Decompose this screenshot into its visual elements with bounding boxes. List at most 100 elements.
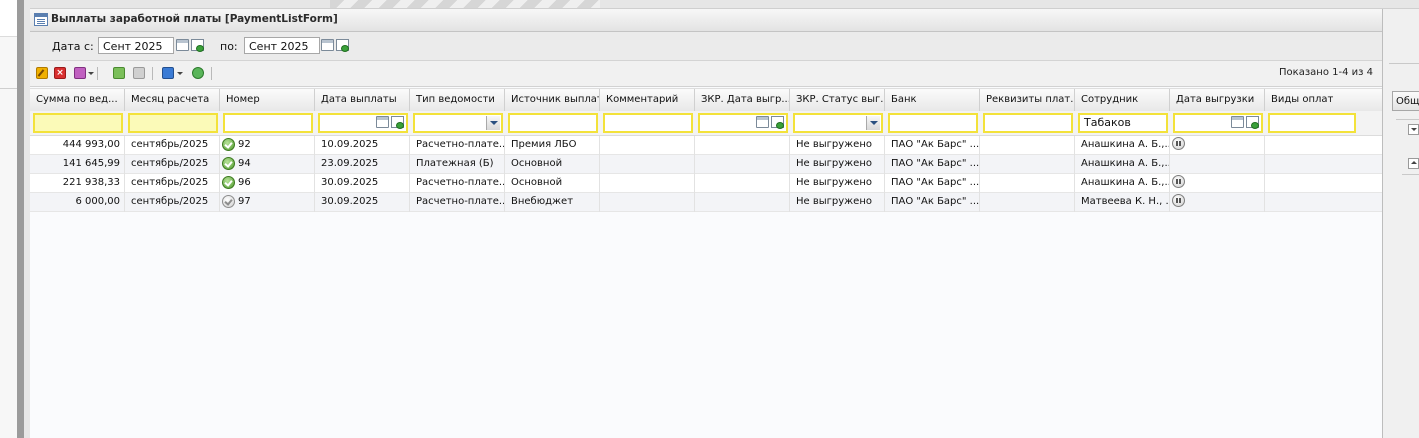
- cell-source: Премия ЛБО: [505, 136, 600, 155]
- approve-icon[interactable]: [113, 67, 125, 79]
- filter-type[interactable]: [413, 113, 503, 133]
- filter-export-date-calendar-icon[interactable]: [1231, 116, 1245, 129]
- tab-general[interactable]: Общ: [1392, 91, 1419, 111]
- filter-pay-date-calendar-icon[interactable]: [376, 116, 390, 129]
- cell-pay-date: 23.09.2025: [315, 155, 410, 174]
- draft-status-icon: [222, 195, 235, 208]
- cell-pay-date: 30.09.2025: [315, 193, 410, 212]
- print-icon[interactable]: [162, 67, 174, 79]
- payment-list-window: Выплаты заработной платы [PaymentListFor…: [30, 0, 1419, 438]
- filter-comment[interactable]: [603, 113, 693, 133]
- cell-pay-kinds: [1265, 155, 1388, 174]
- expand-toggle-icon[interactable]: [1408, 158, 1419, 169]
- column-header-zkr-status[interactable]: ЗКР. Статус выг...: [790, 89, 885, 111]
- toolbar-separator: [97, 67, 98, 80]
- column-header-sum[interactable]: Сумма по вед...: [30, 89, 125, 111]
- actions-menu-icon[interactable]: [74, 67, 86, 79]
- cell-export-date: [1170, 136, 1265, 155]
- cell-requisites: [980, 193, 1075, 212]
- date-to-field[interactable]: Сент 2025: [244, 37, 320, 54]
- filter-requisites[interactable]: [983, 113, 1073, 133]
- column-header-requisites[interactable]: Реквизиты плат...: [980, 89, 1075, 111]
- cell-pay-kinds: [1265, 136, 1388, 155]
- cell-number: 92: [220, 136, 315, 155]
- toolbar-separator: [211, 67, 212, 80]
- filter-pay-date-clear-icon[interactable]: [391, 116, 405, 130]
- cell-export-date: [1170, 155, 1265, 174]
- cell-type: Платежная (Б): [410, 155, 505, 174]
- cell-type: Расчетно-плате...: [410, 174, 505, 193]
- cell-bank: ПАО "Ак Барс" ...: [885, 174, 980, 193]
- table-row[interactable]: 6 000,00 сентябрь/2025 97 30.09.2025 Рас…: [30, 193, 1388, 212]
- filter-export-date-clear-icon[interactable]: [1246, 116, 1260, 130]
- panel-splitter[interactable]: [17, 0, 24, 438]
- cell-bank: ПАО "Ак Барс" ...: [885, 155, 980, 174]
- filter-type-dropdown-icon[interactable]: [486, 116, 500, 130]
- cell-month: сентябрь/2025: [125, 193, 220, 212]
- filter-source[interactable]: [508, 113, 598, 133]
- cell-zkr-date: [695, 136, 790, 155]
- cell-export-date: [1170, 193, 1265, 212]
- date-to-clear-icon[interactable]: [336, 39, 350, 53]
- cell-comment: [600, 155, 695, 174]
- cell-zkr-status: Не выгружено: [790, 155, 885, 174]
- date-from-field[interactable]: Сент 2025: [98, 37, 174, 54]
- column-header-employee[interactable]: Сотрудник: [1075, 89, 1170, 111]
- column-header-zkr-date[interactable]: ЗКР. Дата выгр...: [695, 89, 790, 111]
- table-row[interactable]: 141 645,99 сентябрь/2025 94 23.09.2025 П…: [30, 155, 1388, 174]
- cell-requisites: [980, 155, 1075, 174]
- filter-pay-date[interactable]: [318, 113, 408, 133]
- filter-zkr-status[interactable]: [793, 113, 883, 133]
- column-header-comment[interactable]: Комментарий: [600, 89, 695, 111]
- cell-zkr-date: [695, 193, 790, 212]
- cell-bank: ПАО "Ак Барс" ...: [885, 136, 980, 155]
- edit-icon[interactable]: [36, 67, 48, 79]
- date-to-calendar-icon[interactable]: [321, 39, 335, 52]
- cell-pay-date: 30.09.2025: [315, 174, 410, 193]
- unapprove-icon[interactable]: [133, 67, 145, 79]
- column-header-pay-date[interactable]: Дата выплаты: [315, 89, 410, 111]
- cell-month: сентябрь/2025: [125, 136, 220, 155]
- filter-pay-kinds[interactable]: [1268, 113, 1356, 133]
- filter-sum[interactable]: [33, 113, 123, 133]
- date-to-label: по:: [220, 40, 238, 53]
- refresh-icon[interactable]: [192, 67, 204, 79]
- left-panel-header: [0, 0, 17, 37]
- column-filter-row: Табаков: [30, 111, 1388, 136]
- date-from-clear-icon[interactable]: [191, 39, 205, 53]
- right-panel: Общ: [1382, 9, 1419, 438]
- cell-employee: Анашкина А. Б.,...: [1075, 155, 1170, 174]
- filter-zkr-date[interactable]: [698, 113, 788, 133]
- cell-type: Расчетно-плате...: [410, 193, 505, 212]
- filter-zkr-date-clear-icon[interactable]: [771, 116, 785, 130]
- window-title: Выплаты заработной платы [PaymentListFor…: [51, 13, 338, 25]
- filter-zkr-date-calendar-icon[interactable]: [756, 116, 770, 129]
- cell-employee: Анашкина А. Б.,...: [1075, 136, 1170, 155]
- column-header-bank[interactable]: Банк: [885, 89, 980, 111]
- records-count: Показано 1-4 из 4: [1279, 67, 1373, 78]
- column-header-pay-kinds[interactable]: Виды оплат: [1265, 89, 1388, 111]
- date-from-calendar-icon[interactable]: [176, 39, 190, 52]
- delete-icon[interactable]: ×: [54, 67, 66, 79]
- collapse-toggle-icon[interactable]: [1408, 124, 1419, 135]
- grid-header: Сумма по вед... Месяц расчета Номер Дата…: [30, 88, 1388, 112]
- column-header-number[interactable]: Номер: [220, 89, 315, 111]
- approved-status-icon: [222, 138, 235, 151]
- filter-number[interactable]: [223, 113, 313, 133]
- actions-menu-caret-icon[interactable]: [88, 72, 94, 75]
- cell-source: Основной: [505, 155, 600, 174]
- column-header-month[interactable]: Месяц расчета: [125, 89, 220, 111]
- filter-employee[interactable]: Табаков: [1078, 113, 1168, 133]
- filter-export-date[interactable]: [1173, 113, 1263, 133]
- table-row[interactable]: 444 993,00 сентябрь/2025 92 10.09.2025 Р…: [30, 136, 1388, 155]
- cell-sum: 221 938,33: [30, 174, 125, 193]
- table-row[interactable]: 221 938,33 сентябрь/2025 96 30.09.2025 Р…: [30, 174, 1388, 193]
- column-header-export-date[interactable]: Дата выгрузки: [1170, 89, 1265, 111]
- column-header-type[interactable]: Тип ведомости: [410, 89, 505, 111]
- toolbar-separator: [152, 67, 153, 80]
- column-header-source[interactable]: Источник выплат: [505, 89, 600, 111]
- filter-zkr-status-dropdown-icon[interactable]: [866, 116, 880, 130]
- print-menu-caret-icon[interactable]: [177, 72, 183, 75]
- filter-month[interactable]: [128, 113, 218, 133]
- filter-bank[interactable]: [888, 113, 978, 133]
